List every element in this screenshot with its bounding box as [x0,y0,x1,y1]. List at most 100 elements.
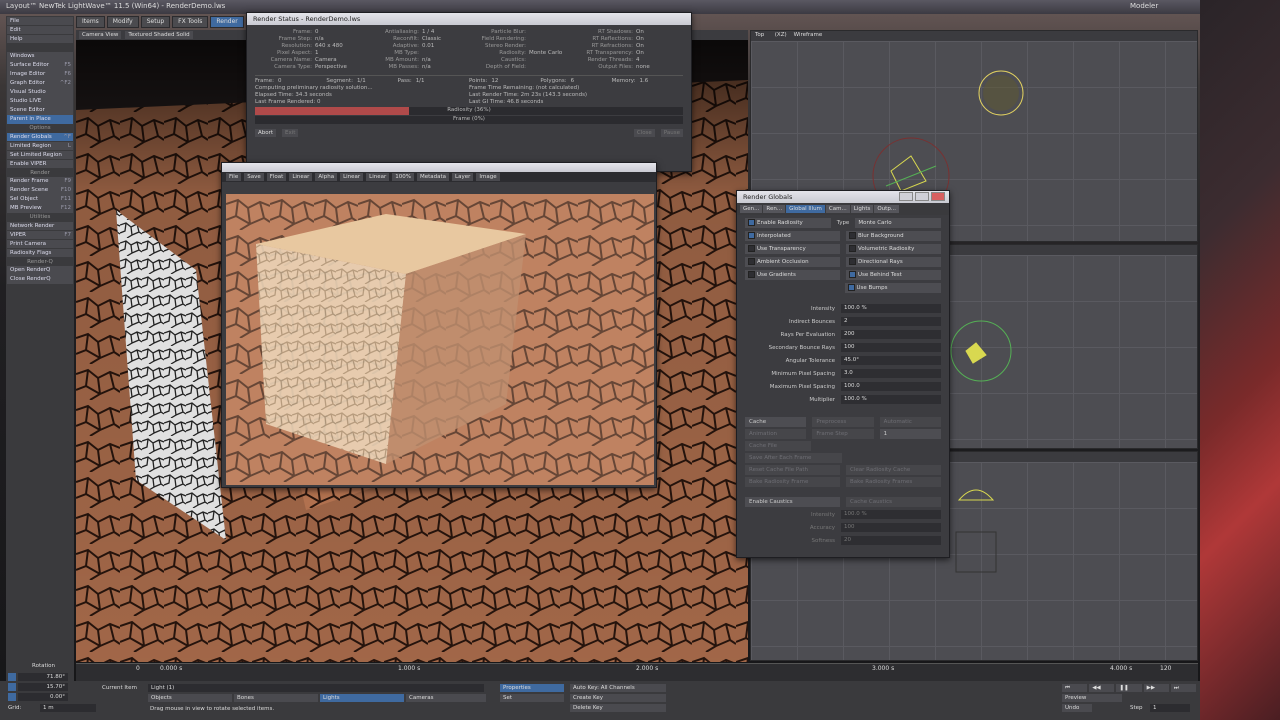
tab-4[interactable]: Lights [850,205,874,213]
viewer-toolbar-item[interactable]: File [226,173,242,181]
step-field[interactable]: 1 [1150,704,1190,712]
options-item[interactable]: Enable VIPER [7,159,73,168]
grid-field[interactable]: 1 m [40,704,96,712]
windows-item[interactable]: Studio LIVE [7,97,73,106]
heading-field[interactable]: 71.80° [18,673,68,681]
utilities-item[interactable]: Print Camera [7,239,73,248]
viewer-toolbar-item[interactable]: Alpha [315,173,338,181]
pause-button[interactable]: Pause [660,129,683,137]
p-channel-icon[interactable] [8,683,16,691]
cameras-button[interactable]: Cameras [406,694,486,702]
cache-checkbox[interactable]: Cache [745,417,807,427]
menu-tab-4[interactable]: Render [210,16,244,28]
last-frame-icon[interactable]: ⏭ [1170,684,1197,692]
render-status-window[interactable]: Render Status - RenderDemo.lws Frame: 0 Fr… [246,12,692,172]
field-input[interactable]: 200 [841,330,941,339]
auto-key-toggle[interactable]: Auto Key: All Channels [570,684,666,692]
save-after-checkbox[interactable]: Save After Each Frame [745,453,842,463]
lights-button[interactable]: Lights [320,694,404,702]
render-status-titlebar[interactable]: Render Status - RenderDemo.lws [247,13,691,25]
minimize-icon[interactable] [899,192,913,201]
left-checkbox[interactable]: Ambient Occlusion [745,256,840,267]
tab-5[interactable]: Outp... [874,205,900,213]
properties-button[interactable]: Properties [500,684,564,692]
cache-file-button[interactable]: Cache File [745,441,811,451]
first-frame-icon[interactable]: ⏮ [1062,684,1088,692]
render-globals-window[interactable]: Render Globals Gen... Ren... Global Illum C… [736,190,950,558]
field-input[interactable]: 2 [841,317,941,326]
windows-item[interactable]: Scene Editor [7,106,73,115]
objects-button[interactable]: Objects [148,694,232,702]
field-input[interactable]: 100 [841,343,941,352]
render-item[interactable]: Render Frame F9 [7,177,73,186]
field-input[interactable]: 20 [841,536,941,545]
enable-radiosity-checkbox[interactable]: Enable Radiosity [745,217,831,228]
b-channel-icon[interactable] [8,693,16,701]
tab-3[interactable]: Cam... [825,205,850,213]
end-frame-field[interactable]: 120 [1160,665,1171,672]
reset-cache-button[interactable]: Reset Cache File Path [745,465,840,475]
axis-label[interactable]: (XZ) [775,32,787,38]
viewer-toolbar-item[interactable]: Save [244,173,264,181]
viewer-toolbar-item[interactable]: Linear [366,173,390,181]
display-mode[interactable]: Wireframe [794,32,823,38]
right-checkbox[interactable]: Use Bumps [844,282,941,293]
render-globals-titlebar[interactable]: Render Globals [737,191,949,203]
delete-key-button[interactable]: Delete Key [570,704,666,712]
render-item[interactable]: Sel Object F11 [7,195,73,204]
viewer-toolbar-item[interactable]: Float [266,173,287,181]
right-checkbox[interactable]: Blur Background [846,230,941,241]
options-item[interactable]: Render Globals ^F [7,132,73,141]
viewer-toolbar-item[interactable]: Linear [340,173,364,181]
windows-item[interactable]: Visual Studio [7,88,73,97]
field-input[interactable]: 45.0° [841,356,941,365]
abort-button[interactable]: Abort [255,129,277,137]
camera-view-select[interactable]: Camera View [79,31,122,39]
options-item[interactable]: Set Limited Region [7,150,73,159]
options-item[interactable]: Limited Region L [7,141,73,150]
prev-key-icon[interactable]: ◀◀ [1089,684,1115,692]
render-item[interactable]: Render Scene F10 [7,186,73,195]
current-item-select[interactable]: Light (1) [148,684,484,692]
enable-caustics-checkbox[interactable]: Enable Caustics [745,497,840,507]
shading-mode-select[interactable]: Textured Shaded Solid [125,31,193,39]
parent-in-place-button[interactable]: Parent in Place [7,115,73,124]
menu-item[interactable]: File [7,16,73,25]
pause-icon[interactable]: ❚❚ [1116,684,1142,692]
view-name[interactable]: Top [755,32,764,38]
left-checkbox[interactable]: Use Gradients [745,269,840,280]
bake-frames-button[interactable]: Bake Radiosity Frames [846,477,941,487]
set-button[interactable]: Set [500,694,564,702]
maximize-icon[interactable] [915,192,929,201]
menu-item[interactable]: Help [7,34,73,43]
field-input[interactable]: 100.0 [841,382,941,391]
create-key-button[interactable]: Create Key [570,694,666,702]
viewer-toolbar-item[interactable]: 100% [392,173,414,181]
viewer-toolbar-item[interactable]: Metadata [416,173,450,181]
render-item[interactable]: MB Preview F12 [7,204,73,213]
renderq-item[interactable]: Open RenderQ [7,266,73,275]
menu-tab-3[interactable]: FX Tools [172,16,209,28]
viewer-toolbar-item[interactable]: Image [476,173,500,181]
viewer-toolbar-item[interactable]: Layer [452,173,474,181]
tab-2[interactable]: Global Illum [786,205,825,213]
field-input[interactable]: 100.0 % [841,510,941,519]
menu-item[interactable]: Edit [7,25,73,34]
pitch-field[interactable]: 15.70° [18,683,68,691]
right-checkbox[interactable]: Use Behind Test [846,269,941,280]
cache-caustics-checkbox[interactable]: Cache Caustics [846,497,941,507]
utilities-item[interactable]: Network Render [7,221,73,230]
field-input[interactable]: 3.0 [841,369,941,378]
utilities-item[interactable]: Radiosity Flags [7,248,73,257]
utilities-item[interactable]: VIPER F7 [7,230,73,239]
windows-item[interactable]: Image Editor F6 [7,70,73,79]
close-button[interactable]: Close [633,129,655,137]
modeler-button[interactable]: Modeler [1130,2,1158,10]
close-icon[interactable] [931,192,945,201]
menu-tab-0[interactable]: Items [76,16,105,28]
field-input[interactable]: 100.0 % [841,395,941,404]
tab-1[interactable]: Ren... [763,205,786,213]
exit-button[interactable]: Exit [282,129,299,137]
bones-button[interactable]: Bones [234,694,318,702]
field-input[interactable]: 100.0 % [841,304,941,313]
